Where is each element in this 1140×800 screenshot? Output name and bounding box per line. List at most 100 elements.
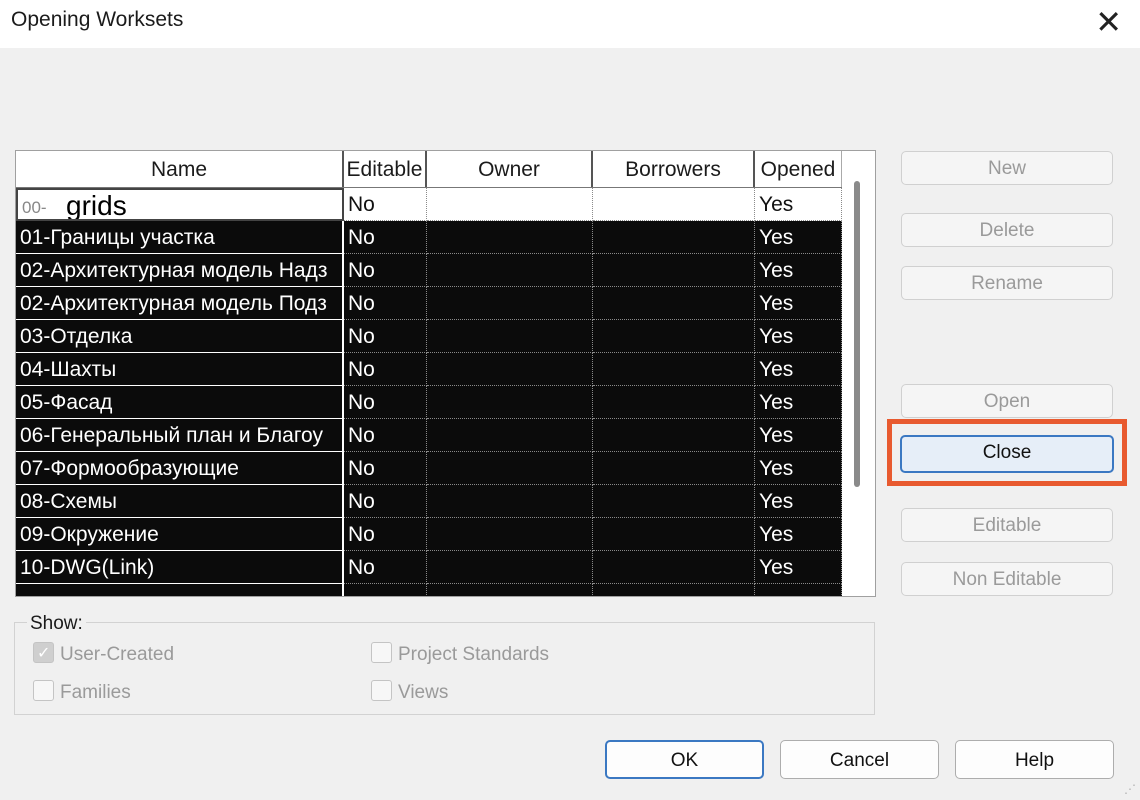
opened-cell	[755, 584, 842, 596]
editable-cell[interactable]: No	[344, 287, 427, 320]
table-row[interactable]: 09-Окружение No Yes	[16, 518, 842, 551]
name-cell[interactable]: 02-Архитектурная модель Надз	[16, 254, 344, 287]
editable-cell[interactable]: No	[344, 221, 427, 254]
table-row[interactable]: 04-Шахты No Yes	[16, 353, 842, 386]
editable-cell[interactable]: No	[344, 353, 427, 386]
open-button[interactable]: Open	[901, 384, 1113, 418]
borrowers-cell	[593, 419, 755, 452]
table-row[interactable]: 01-Границы участка No Yes	[16, 221, 842, 254]
editable-cell[interactable]: No	[344, 188, 427, 221]
opened-cell[interactable]: Yes	[755, 452, 842, 485]
opened-cell[interactable]: Yes	[755, 419, 842, 452]
borrowers-cell	[593, 254, 755, 287]
editable-cell[interactable]: No	[344, 254, 427, 287]
opened-cell[interactable]: Yes	[755, 254, 842, 287]
editable-cell[interactable]: No	[344, 485, 427, 518]
owner-cell	[427, 485, 593, 518]
user-created-label: User-Created	[60, 644, 175, 665]
name-cell[interactable]: 08-Схемы	[16, 485, 344, 518]
name-cell[interactable]: 09-Окружение	[16, 518, 344, 551]
name-cell[interactable]: 03-Отделка	[16, 320, 344, 353]
checkbox-icon	[33, 680, 54, 702]
name-edit-field[interactable]: grids	[54, 191, 318, 219]
owner-cell	[427, 254, 593, 287]
table-row[interactable]: 02-Архитектурная модель Подз No Yes	[16, 287, 842, 320]
col-header-opened[interactable]: Opened	[755, 151, 842, 187]
cancel-button[interactable]: Cancel	[780, 740, 939, 779]
owner-cell	[427, 386, 593, 419]
resize-grip-icon[interactable]: ⋰	[1124, 782, 1136, 796]
borrowers-cell	[593, 452, 755, 485]
name-cell	[16, 584, 344, 596]
families-checkbox[interactable]: Families	[33, 680, 131, 705]
table-row[interactable]: 02-Архитектурная модель Надз No Yes	[16, 254, 842, 287]
close-button-highlight	[887, 419, 1127, 486]
table-header: Name Editable Owner Borrowers Opened	[16, 151, 842, 188]
editable-button[interactable]: Editable	[901, 508, 1113, 542]
opened-cell[interactable]: Yes	[755, 518, 842, 551]
vertical-scrollbar[interactable]	[854, 181, 860, 487]
opened-cell[interactable]: Yes	[755, 287, 842, 320]
col-header-editable[interactable]: Editable	[344, 151, 427, 187]
non-editable-button[interactable]: Non Editable	[901, 562, 1113, 596]
name-prefix: 00-	[22, 198, 47, 217]
editable-cell[interactable]: No	[344, 452, 427, 485]
name-cell[interactable]: 01-Границы участка	[16, 221, 344, 254]
name-cell[interactable]: 10-DWG(Link)	[16, 551, 344, 584]
editable-cell[interactable]: No	[344, 518, 427, 551]
col-header-borrowers[interactable]: Borrowers	[593, 151, 755, 187]
dialog-title: Opening Worksets	[11, 8, 184, 31]
owner-cell	[427, 584, 593, 596]
worksets-table: Name Editable Owner Borrowers Opened 00-…	[15, 150, 876, 597]
close-icon[interactable]: ✕	[1095, 4, 1122, 40]
table-row[interactable]: 06-Генеральный план и Благоу No Yes	[16, 419, 842, 452]
opened-cell[interactable]: Yes	[755, 353, 842, 386]
opened-cell[interactable]: Yes	[755, 188, 842, 221]
table-row[interactable]: 07-Формообразующие No Yes	[16, 452, 842, 485]
borrowers-cell	[593, 584, 755, 596]
table-row[interactable]: 10-DWG(Link) No Yes	[16, 551, 842, 584]
editable-cell[interactable]: No	[344, 551, 427, 584]
name-cell[interactable]: 02-Архитектурная модель Подз	[16, 287, 344, 320]
user-created-checkbox[interactable]: User-Created	[33, 642, 175, 667]
new-button[interactable]: New	[901, 151, 1113, 185]
project-standards-checkbox[interactable]: Project Standards	[371, 642, 550, 667]
ok-button[interactable]: OK	[605, 740, 764, 779]
table-row[interactable]: 05-Фасад No Yes	[16, 386, 842, 419]
owner-cell	[427, 518, 593, 551]
editable-cell[interactable]: No	[344, 419, 427, 452]
title-bar: Opening Worksets ✕	[0, 0, 1140, 48]
name-cell[interactable]: 04-Шахты	[16, 353, 344, 386]
borrowers-cell	[593, 188, 755, 221]
rename-button[interactable]: Rename	[901, 266, 1113, 300]
col-header-owner[interactable]: Owner	[427, 151, 593, 187]
owner-cell	[427, 551, 593, 584]
opened-cell[interactable]: Yes	[755, 551, 842, 584]
editable-cell[interactable]: No	[344, 320, 427, 353]
delete-button[interactable]: Delete	[901, 213, 1113, 247]
editable-cell[interactable]: No	[344, 386, 427, 419]
owner-cell	[427, 320, 593, 353]
opened-cell[interactable]: Yes	[755, 221, 842, 254]
views-checkbox[interactable]: Views	[371, 680, 449, 705]
opened-cell[interactable]: Yes	[755, 386, 842, 419]
borrowers-cell	[593, 485, 755, 518]
name-cell[interactable]: 06-Генеральный план и Благоу	[16, 419, 344, 452]
col-header-name[interactable]: Name	[16, 151, 344, 187]
name-cell[interactable]: 07-Формообразующие	[16, 452, 344, 485]
opened-cell[interactable]: Yes	[755, 485, 842, 518]
table-row-partial	[16, 584, 842, 596]
project-standards-label: Project Standards	[398, 644, 550, 665]
name-cell[interactable]: 00- grids	[16, 188, 344, 221]
owner-cell	[427, 353, 593, 386]
help-button[interactable]: Help	[955, 740, 1114, 779]
table-row[interactable]: 08-Схемы No Yes	[16, 485, 842, 518]
opened-cell[interactable]: Yes	[755, 320, 842, 353]
views-label: Views	[398, 682, 449, 703]
owner-cell	[427, 287, 593, 320]
table-row[interactable]: 00- grids No Yes	[16, 188, 842, 221]
borrowers-cell	[593, 518, 755, 551]
table-row[interactable]: 03-Отделка No Yes	[16, 320, 842, 353]
owner-cell	[427, 188, 593, 221]
name-cell[interactable]: 05-Фасад	[16, 386, 344, 419]
